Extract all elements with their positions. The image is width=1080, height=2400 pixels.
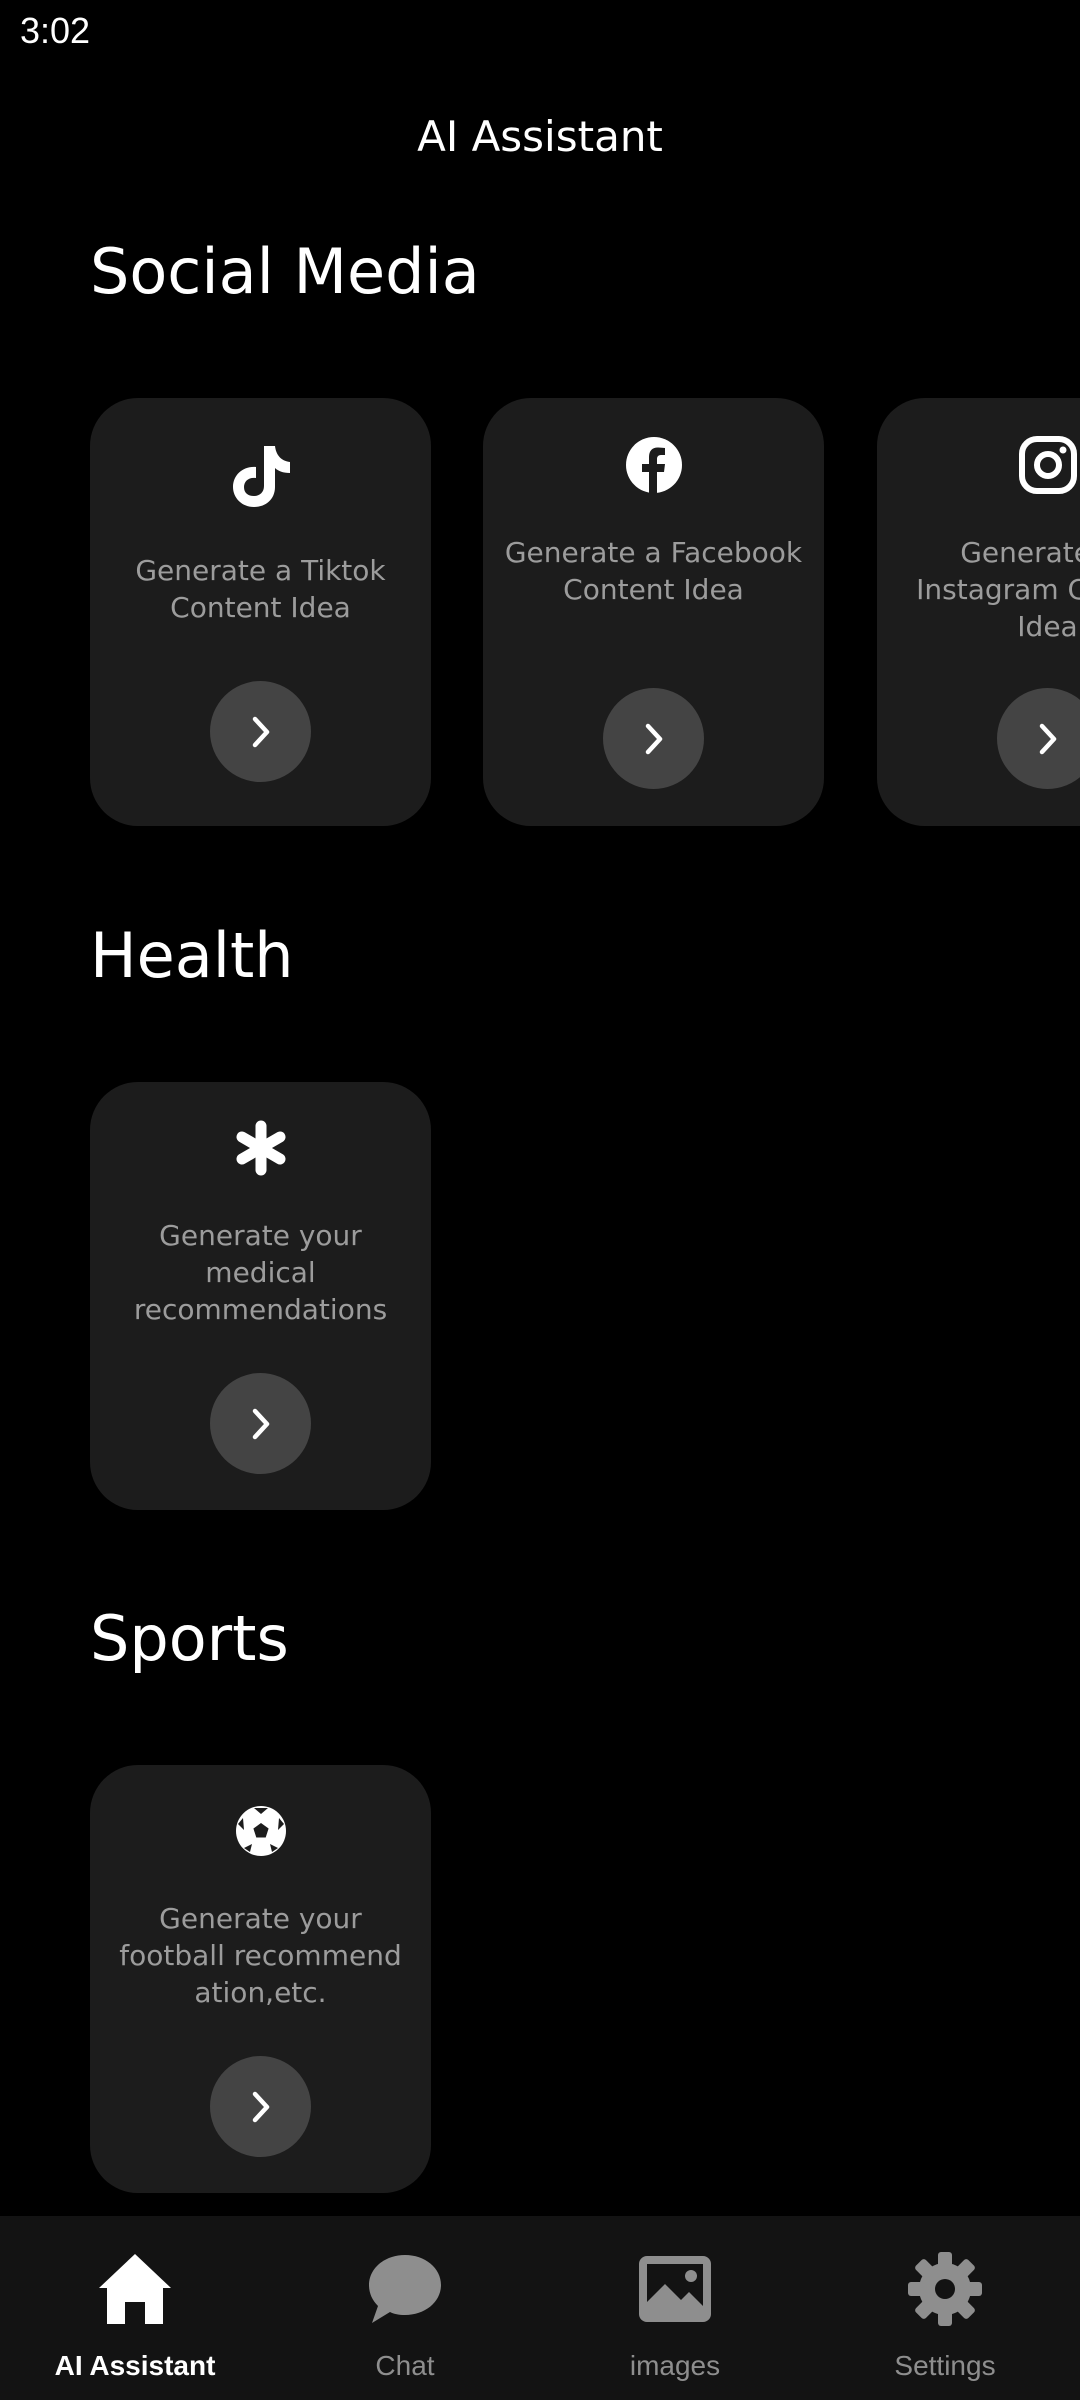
gear-icon (810, 2244, 1080, 2334)
status-bar: 3:02 (0, 0, 1080, 64)
go-button[interactable] (603, 688, 704, 789)
nav-label: Chat (375, 2350, 435, 2381)
social-media-card-row[interactable]: Generate a Tiktok Content Idea Generate … (0, 398, 1080, 828)
chat-bubble-icon (270, 2244, 540, 2334)
card-text: Generate a Facebook Content Idea (504, 536, 803, 606)
card-text: Generate an Instagram Content Idea (916, 536, 1080, 643)
chevron-right-icon (252, 1408, 269, 1439)
nav-label: AI Assistant (54, 2350, 216, 2381)
facebook-icon (483, 425, 824, 505)
app-screen: 3:02 AI Assistant Social Media Generate … (0, 0, 1080, 2400)
nav-label: images (629, 2350, 721, 2381)
card-text: Generate a Tiktok Content Idea (135, 554, 386, 624)
card-football[interactable]: Generate your football recommend ation,e… (90, 1765, 431, 2193)
go-button[interactable] (210, 1373, 311, 1474)
card-medical[interactable]: Generate your medical recommendations (90, 1082, 431, 1510)
go-button[interactable] (210, 681, 311, 782)
home-icon (0, 2244, 270, 2334)
chevron-right-icon (1039, 723, 1056, 754)
bottom-navigation: AI Assistant Chat images Settings (0, 2216, 1080, 2400)
instagram-icon (877, 425, 1080, 505)
tiktok-icon (90, 436, 431, 516)
status-time: 3:02 (20, 10, 91, 51)
nav-item-ai-assistant[interactable]: AI Assistant (0, 2216, 270, 2400)
chevron-right-icon (252, 2091, 269, 2122)
card-tiktok[interactable]: Generate a Tiktok Content Idea (90, 398, 431, 826)
nav-item-chat[interactable]: Chat (270, 2216, 540, 2400)
soccer-ball-icon (90, 1791, 431, 1871)
card-text: Generate your football recommend ation,e… (119, 1902, 402, 2009)
sports-card-row[interactable]: Generate your football recommend ation,e… (0, 1765, 1080, 2195)
image-icon (540, 2244, 810, 2334)
section-title-health: Health (90, 919, 294, 992)
section-title-social-media: Social Media (90, 235, 480, 308)
chevron-right-icon (645, 723, 662, 754)
section-title-sports: Sports (90, 1602, 289, 1675)
health-card-row[interactable]: Generate your medical recommendations (0, 1082, 1080, 1512)
chevron-right-icon (252, 716, 269, 747)
asterisk-icon (90, 1108, 431, 1188)
card-facebook[interactable]: Generate a Facebook Content Idea (483, 398, 824, 826)
nav-item-images[interactable]: images (540, 2216, 810, 2400)
card-text: Generate your medical recommendations (133, 1219, 388, 1326)
go-button[interactable] (997, 688, 1080, 789)
card-instagram[interactable]: Generate an Instagram Content Idea (877, 398, 1080, 826)
nav-item-settings[interactable]: Settings (810, 2216, 1080, 2400)
nav-label: Settings (894, 2350, 996, 2381)
go-button[interactable] (210, 2056, 311, 2157)
page-title: AI Assistant (417, 112, 663, 161)
